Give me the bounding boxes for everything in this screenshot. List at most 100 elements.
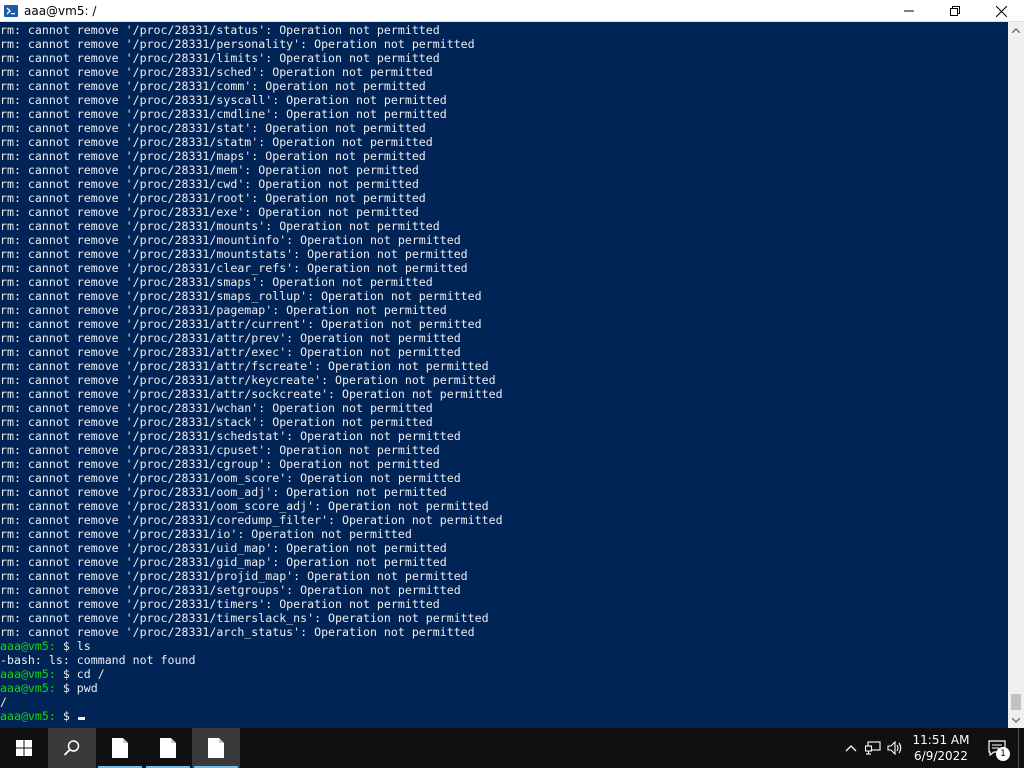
terminal-line: rm: cannot remove '/proc/28331/oom_score…	[0, 499, 489, 513]
scroll-up-button[interactable]	[1008, 22, 1024, 38]
minimize-icon	[904, 10, 914, 12]
terminal-line: rm: cannot remove '/proc/28331/arch_stat…	[0, 625, 475, 639]
terminal-line: rm: cannot remove '/proc/28331/stack': O…	[0, 415, 433, 429]
network-button[interactable]	[862, 728, 884, 768]
output-line: /	[0, 695, 7, 709]
terminal-line: rm: cannot remove '/proc/28331/wchan': O…	[0, 401, 433, 415]
terminal-line: rm: cannot remove '/proc/28331/oom_score…	[0, 471, 461, 485]
terminal-line: rm: cannot remove '/proc/28331/setgroups…	[0, 583, 461, 597]
shell-command: $	[55, 709, 77, 723]
shell-command: $ pwd	[55, 681, 98, 695]
volume-button[interactable]	[884, 728, 906, 768]
search-button[interactable]	[48, 728, 96, 768]
shell-command: $ ls	[55, 639, 91, 653]
terminal-line: rm: cannot remove '/proc/28331/maps': Op…	[0, 149, 426, 163]
prompt-line: aaa@vm5: $ ls	[0, 639, 1008, 653]
terminal-output[interactable]: rm: cannot remove '/proc/28331/status': …	[0, 22, 1008, 728]
terminal-line: rm: cannot remove '/proc/28331/mem': Ope…	[0, 163, 419, 177]
output-line: -bash: ls: command not found	[0, 653, 196, 667]
taskbar-app-2[interactable]	[144, 728, 192, 768]
network-icon	[865, 741, 881, 755]
taskbar: 11:51 AM 6/9/2022 1	[0, 728, 1024, 768]
terminal-line: rm: cannot remove '/proc/28331/smaps_rol…	[0, 289, 482, 303]
terminal-line: rm: cannot remove '/proc/28331/mounts': …	[0, 219, 440, 233]
system-tray: 11:51 AM 6/9/2022 1	[840, 728, 1024, 768]
terminal-line: rm: cannot remove '/proc/28331/cwd': Ope…	[0, 177, 419, 191]
terminal-line: rm: cannot remove '/proc/28331/root': Op…	[0, 191, 426, 205]
terminal-line: rm: cannot remove '/proc/28331/clear_ref…	[0, 261, 468, 275]
terminal-line: rm: cannot remove '/proc/28331/syscall':…	[0, 93, 447, 107]
chevron-up-icon	[845, 745, 857, 752]
terminal-scrollbar[interactable]	[1008, 22, 1024, 728]
notification-badge: 1	[996, 747, 1010, 761]
terminal-line: rm: cannot remove '/proc/28331/sched': O…	[0, 65, 433, 79]
terminal-line: rm: cannot remove '/proc/28331/pagemap':…	[0, 303, 447, 317]
search-icon	[63, 740, 80, 756]
terminal-line: rm: cannot remove '/proc/28331/attr/curr…	[0, 317, 482, 331]
terminal-line: rm: cannot remove '/proc/28331/mountstat…	[0, 247, 468, 261]
shell-prompt: aaa@vm5:	[0, 681, 56, 695]
terminal-line: rm: cannot remove '/proc/28331/status': …	[0, 23, 440, 37]
taskbar-app-3[interactable]	[192, 728, 240, 768]
shell-prompt: aaa@vm5:	[0, 709, 56, 723]
clock[interactable]: 11:51 AM 6/9/2022	[906, 732, 976, 764]
terminal-line: rm: cannot remove '/proc/28331/timers': …	[0, 597, 440, 611]
maximize-button[interactable]	[932, 0, 978, 22]
window-controls	[886, 0, 1024, 22]
clock-date: 6/9/2022	[914, 749, 968, 763]
terminal-line: rm: cannot remove '/proc/28331/cmdline':…	[0, 107, 447, 121]
shell-prompt: aaa@vm5:	[0, 667, 56, 681]
terminal-line: rm: cannot remove '/proc/28331/statm': O…	[0, 135, 433, 149]
text-cursor	[77, 717, 85, 720]
close-button[interactable]	[978, 0, 1024, 22]
terminal-line: rm: cannot remove '/proc/28331/attr/exec…	[0, 345, 461, 359]
windows-logo-icon	[16, 740, 32, 756]
terminal-line: rm: cannot remove '/proc/28331/smaps': O…	[0, 275, 433, 289]
window-title: aaa@vm5: /	[24, 3, 97, 18]
show-desktop-button[interactable]	[1018, 728, 1024, 768]
close-icon	[995, 5, 1007, 17]
prompt-line: aaa@vm5: $	[0, 709, 1008, 723]
terminal-line: rm: cannot remove '/proc/28331/limits': …	[0, 51, 440, 65]
prompt-line: aaa@vm5: $ cd /	[0, 667, 1008, 681]
terminal-line: rm: cannot remove '/proc/28331/exe': Ope…	[0, 205, 419, 219]
terminal-line: rm: cannot remove '/proc/28331/gid_map':…	[0, 555, 447, 569]
terminal-line: rm: cannot remove '/proc/28331/attr/prev…	[0, 331, 461, 345]
terminal-line: rm: cannot remove '/proc/28331/oom_adj':…	[0, 485, 447, 499]
shell-command: $ cd /	[55, 667, 105, 681]
show-hidden-icons-button[interactable]	[840, 728, 862, 768]
clock-time: 11:51 AM	[912, 733, 970, 747]
chevron-down-icon	[1012, 717, 1020, 723]
terminal-line: rm: cannot remove '/proc/28331/timerslac…	[0, 611, 489, 625]
terminal-line: rm: cannot remove '/proc/28331/comm': Op…	[0, 79, 426, 93]
scroll-thumb[interactable]	[1011, 694, 1021, 710]
volume-icon	[887, 741, 902, 755]
terminal-line: rm: cannot remove '/proc/28331/attr/keyc…	[0, 373, 496, 387]
terminal-line: rm: cannot remove '/proc/28331/io': Oper…	[0, 527, 412, 541]
terminal-line: rm: cannot remove '/proc/28331/cgroup': …	[0, 457, 440, 471]
terminal-line: rm: cannot remove '/proc/28331/schedstat…	[0, 429, 461, 443]
terminal-line: rm: cannot remove '/proc/28331/personali…	[0, 37, 475, 51]
terminal-line: rm: cannot remove '/proc/28331/attr/fscr…	[0, 359, 489, 373]
terminal-line: rm: cannot remove '/proc/28331/uid_map':…	[0, 541, 447, 555]
shell-prompt: aaa@vm5:	[0, 639, 56, 653]
terminal-line: rm: cannot remove '/proc/28331/stat': Op…	[0, 121, 426, 135]
file-icon	[160, 738, 176, 758]
terminal-line: rm: cannot remove '/proc/28331/projid_ma…	[0, 569, 468, 583]
file-icon	[112, 738, 128, 758]
chevron-up-icon	[1012, 27, 1020, 33]
terminal-line: rm: cannot remove '/proc/28331/cpuset': …	[0, 443, 440, 457]
powershell-icon[interactable]	[0, 0, 22, 22]
minimize-button[interactable]	[886, 0, 932, 22]
start-button[interactable]	[0, 728, 48, 768]
title-bar: aaa@vm5: /	[0, 0, 1024, 22]
restore-icon	[950, 6, 960, 16]
action-center-button[interactable]: 1	[976, 728, 1018, 768]
terminal-line: rm: cannot remove '/proc/28331/attr/sock…	[0, 387, 503, 401]
prompt-line: aaa@vm5: $ pwd	[0, 681, 1008, 695]
terminal-line: rm: cannot remove '/proc/28331/mountinfo…	[0, 233, 461, 247]
terminal-line: rm: cannot remove '/proc/28331/coredump_…	[0, 513, 503, 527]
taskbar-app-1[interactable]	[96, 728, 144, 768]
scroll-down-button[interactable]	[1008, 712, 1024, 728]
file-icon	[208, 738, 224, 758]
